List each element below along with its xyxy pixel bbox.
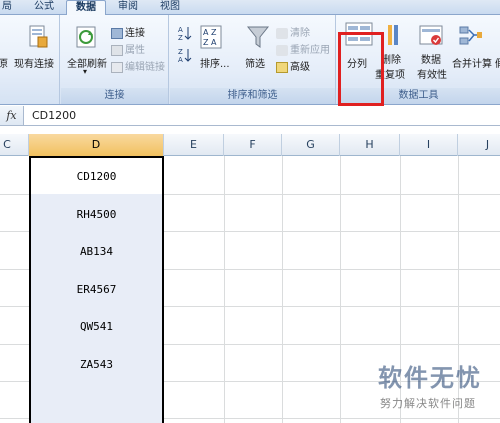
advanced-filter-icon [276, 61, 288, 73]
data-validation-icon [419, 25, 443, 45]
insert-function-button[interactable]: fx [0, 106, 24, 125]
data-validation-label-2: 有效性 [417, 70, 447, 81]
filter-button[interactable]: 筛选 [245, 55, 265, 70]
sort-descending-icon[interactable]: ZA [178, 47, 192, 63]
svg-text:Z: Z [178, 34, 183, 41]
ribbon-tab-bar: 局 公式 数据 审阅 视图 [0, 0, 500, 16]
connections-button[interactable]: 连接 [111, 24, 145, 39]
clear-label: 清除 [290, 28, 310, 39]
column-header-row: C D E F G H I J [0, 134, 500, 156]
highlight-box [338, 32, 384, 106]
what-if-analysis-button[interactable]: 假 [495, 55, 500, 70]
refresh-all-icon [76, 26, 96, 48]
connections-icon [111, 27, 123, 39]
properties-label: 属性 [125, 45, 145, 56]
data-validation-button[interactable]: 数据 有效性 [417, 51, 447, 81]
edit-links-icon [111, 61, 123, 73]
from-other-sources-button[interactable]: 原 [0, 55, 8, 70]
properties-icon [111, 44, 123, 56]
svg-text:A: A [203, 28, 209, 37]
svg-text:A: A [211, 38, 217, 47]
reapply-label: 重新应用 [290, 45, 330, 56]
tab-data[interactable]: 数据 [66, 0, 106, 16]
column-header-j[interactable]: J [458, 134, 500, 156]
existing-connections-button[interactable]: 现有连接 [14, 55, 54, 70]
column-header-f[interactable]: F [224, 134, 282, 156]
cell-d[interactable]: AB134 [31, 245, 162, 258]
advanced-button[interactable]: 高级 [276, 58, 310, 73]
formula-bar-gap [0, 127, 500, 134]
tab-review[interactable]: 审阅 [110, 0, 146, 15]
column-header-i[interactable]: I [400, 134, 458, 156]
formula-bar: fx CD1200 [0, 106, 500, 126]
svg-text:Z: Z [203, 38, 209, 47]
tab-formulas[interactable]: 公式 [26, 0, 62, 15]
column-header-e[interactable]: E [164, 134, 224, 156]
svg-text:A: A [178, 56, 183, 63]
reapply-icon [276, 44, 288, 56]
column-header-g[interactable]: G [282, 134, 340, 156]
refresh-all-dropdown-icon[interactable]: ▾ [83, 67, 87, 76]
sort-ascending-icon[interactable]: AZ [178, 25, 192, 41]
edit-links-label: 编辑链接 [125, 62, 165, 73]
cell-d[interactable]: ZA543 [31, 358, 162, 371]
cell-d[interactable]: ER4567 [31, 283, 162, 296]
filter-icon [246, 26, 270, 48]
grid-line [340, 156, 341, 423]
column-header-c[interactable]: C [0, 134, 29, 156]
edit-links-button[interactable]: 编辑链接 [111, 58, 165, 73]
ribbon: 原 现有连接 全部刷新 ▾ 连接 属性 编辑链接 连接 AZ Z A A Z Z… [0, 15, 500, 106]
watermark-title: 软件无忧 [378, 364, 482, 392]
clear-button[interactable]: 清除 [276, 24, 310, 39]
remove-duplicates-button[interactable]: 删除 重复项 [375, 51, 405, 81]
connections-label: 连接 [125, 28, 145, 39]
formula-input[interactable]: CD1200 [32, 106, 76, 125]
reapply-button[interactable]: 重新应用 [276, 41, 330, 56]
properties-button[interactable]: 属性 [111, 41, 145, 56]
svg-text:Z: Z [211, 28, 217, 37]
sort-button[interactable]: 排序... [200, 55, 230, 70]
tab-page-layout[interactable]: 局 [0, 0, 18, 15]
group-get-external-data: 原 现有连接 [0, 15, 60, 104]
svg-text:A: A [178, 26, 183, 34]
group-connections: 全部刷新 ▾ 连接 属性 编辑链接 连接 [61, 15, 169, 104]
svg-text:Z: Z [178, 48, 183, 56]
grid-line [282, 156, 283, 423]
group-label-sort-filter: 排序和筛选 [170, 88, 335, 104]
consolidate-button[interactable]: 合并计算 [452, 55, 492, 70]
cell-d[interactable]: QW541 [31, 320, 162, 333]
group-sort-filter: AZ ZA AZ ZA 排序... 筛选 清除 重新应用 高级 排序和筛选 [170, 15, 336, 104]
grid-line [224, 156, 225, 423]
existing-connections-icon [29, 25, 48, 48]
group-label-connections: 连接 [61, 88, 168, 104]
sort-icon: AZ ZA [200, 25, 222, 49]
tab-view[interactable]: 视图 [152, 0, 188, 15]
remove-duplicates-label-1: 删除 [381, 55, 401, 66]
remove-duplicates-icon [388, 25, 398, 45]
clear-icon [276, 27, 288, 39]
column-header-h[interactable]: H [340, 134, 400, 156]
watermark-subtitle: 努力解决软件问题 [380, 397, 476, 410]
cell-d[interactable]: RH4500 [31, 208, 162, 221]
column-header-d[interactable]: D [29, 134, 164, 156]
data-validation-label-1: 数据 [421, 55, 441, 66]
consolidate-icon [459, 26, 482, 45]
advanced-label: 高级 [290, 62, 310, 73]
cell-d[interactable]: CD1200 [31, 170, 162, 183]
